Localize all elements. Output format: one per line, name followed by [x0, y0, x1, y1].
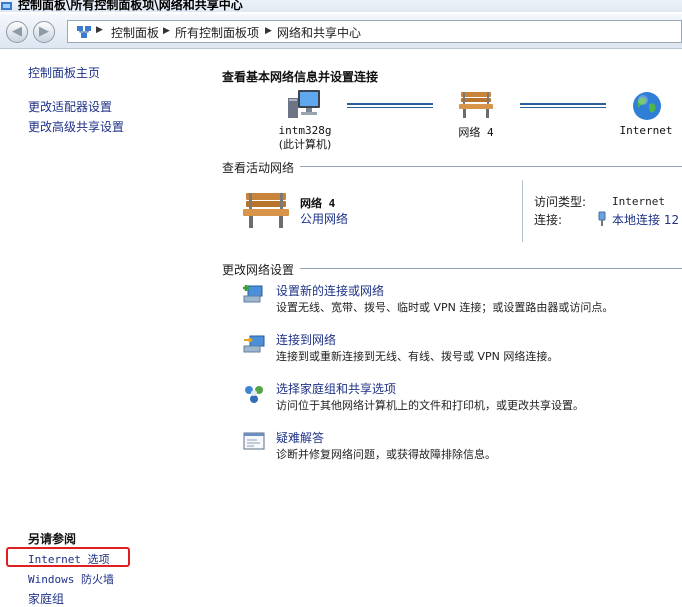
network-folder-icon: [1, 2, 12, 10]
breadcrumb-network-center[interactable]: 网络和共享中心: [277, 24, 361, 41]
task-homegroup[interactable]: 选择家庭组和共享选项: [276, 380, 396, 397]
map-connector: [520, 107, 606, 108]
task-setup-connection[interactable]: 设置新的连接或网络: [276, 282, 384, 299]
vertical-divider: [522, 180, 523, 242]
see-also-firewall[interactable]: Windows 防火墙: [28, 571, 114, 587]
bench-icon: [243, 193, 289, 228]
map-connector: [520, 103, 606, 105]
breadcrumb-all-items[interactable]: 所有控制面板项: [175, 24, 259, 41]
back-button[interactable]: ◀: [6, 21, 28, 43]
new-connection-icon: [243, 285, 263, 303]
computer-caption: (此计算机): [278, 138, 332, 151]
task-setup-connection-desc: 设置无线、宽带、拨号、临时或 VPN 连接；或设置路由器或访问点。: [276, 301, 614, 314]
sidebar-item-advanced-sharing[interactable]: 更改高级共享设置: [28, 118, 124, 135]
task-troubleshoot-desc: 诊断并修复网络问题，或获得故障排除信息。: [276, 448, 496, 461]
see-also-title: 另请参阅: [28, 532, 77, 546]
see-also-homegroup[interactable]: 家庭组: [28, 590, 64, 607]
network-type-link[interactable]: 公用网络: [300, 210, 348, 227]
map-connector: [347, 103, 433, 105]
computer-icon[interactable]: [286, 88, 322, 120]
task-connect-network[interactable]: 连接到网络: [276, 331, 336, 348]
sidebar-item-home[interactable]: 控制面板主页: [28, 64, 100, 81]
globe-icon[interactable]: [631, 90, 663, 122]
bench-icon[interactable]: [458, 90, 494, 120]
highlight-box: [6, 547, 130, 567]
forward-arrow-icon: ▶: [39, 24, 49, 39]
troubleshoot-icon: [243, 432, 265, 450]
back-arrow-icon: ◀: [12, 24, 22, 39]
task-connect-network-desc: 连接到或重新连接到无线、有线、拨号或 VPN 网络连接。: [276, 350, 559, 363]
homegroup-icon: [245, 386, 263, 403]
access-type-label: 访问类型:: [534, 195, 587, 209]
title-bar: 控制面板\所有控制面板项\网络和共享中心: [0, 0, 682, 12]
task-troubleshoot[interactable]: 疑难解答: [276, 429, 324, 446]
window-title: 控制面板\所有控制面板项\网络和共享中心: [18, 0, 243, 12]
chevron-right-icon[interactable]: ▶: [163, 26, 170, 36]
chevron-right-icon[interactable]: ▶: [96, 25, 103, 35]
change-settings-title: 更改网络设置: [222, 263, 295, 277]
network-center-icon: [77, 26, 91, 38]
address-bar: ◀ ▶ ▶ 控制面板 ▶ 所有控制面板项 ▶ 网络和共享中心: [0, 14, 682, 49]
active-networks-title: 查看活动网络: [222, 161, 295, 175]
address-field[interactable]: ▶ 控制面板 ▶ 所有控制面板项 ▶ 网络和共享中心: [67, 20, 682, 43]
sidebar-item-adapter[interactable]: 更改适配器设置: [28, 98, 112, 115]
ethernet-cable-icon: [598, 211, 606, 226]
map-network-name: 网络 4: [458, 126, 494, 139]
local-connection-link[interactable]: 本地连接 12: [612, 211, 679, 228]
access-type-value: Internet: [612, 195, 665, 208]
page-title: 查看基本网络信息并设置连接: [222, 70, 379, 84]
section-divider: [300, 268, 682, 269]
map-connector: [347, 107, 433, 108]
forward-button[interactable]: ▶: [33, 21, 55, 43]
map-internet-label[interactable]: Internet: [616, 124, 676, 137]
chevron-right-icon[interactable]: ▶: [265, 26, 272, 36]
active-network-name: 网络 4: [300, 197, 336, 210]
task-homegroup-desc: 访问位于其他网络计算机上的文件和打印机，或更改共享设置。: [276, 399, 584, 412]
connection-label: 连接:: [534, 213, 563, 227]
breadcrumb-control-panel[interactable]: 控制面板: [111, 24, 159, 41]
section-divider: [300, 166, 682, 167]
connect-network-icon: [243, 335, 265, 353]
